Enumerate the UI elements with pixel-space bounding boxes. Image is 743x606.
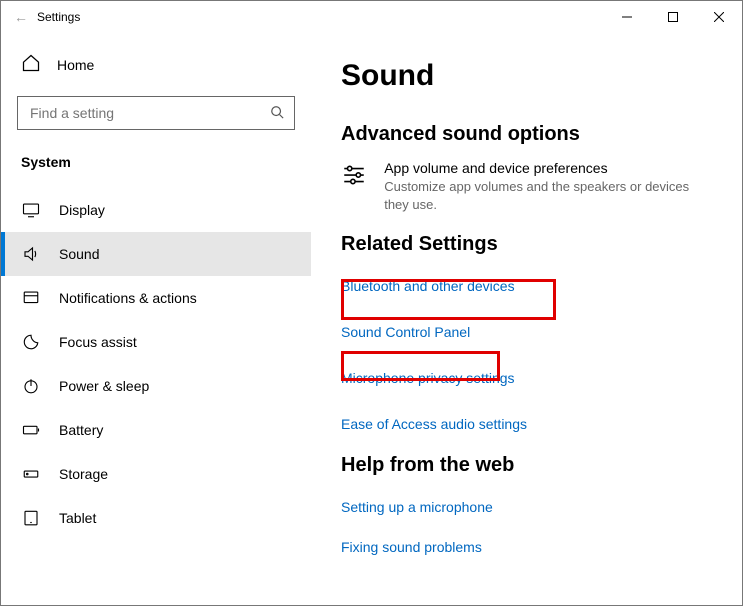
minimize-button[interactable] xyxy=(604,1,650,33)
sidebar-item-label: Tablet xyxy=(59,510,96,526)
advanced-option[interactable]: App volume and device preferences Custom… xyxy=(341,160,712,213)
sidebar-item-label: Notifications & actions xyxy=(59,290,197,306)
page-title: Sound xyxy=(341,59,712,93)
link-sound-control-panel[interactable]: Sound Control Panel xyxy=(341,324,470,340)
sliders-icon xyxy=(341,160,368,213)
sidebar-item-label: Display xyxy=(59,202,105,218)
window-controls xyxy=(604,1,742,33)
sidebar-item-storage[interactable]: Storage xyxy=(1,452,311,496)
display-icon xyxy=(21,200,41,220)
storage-icon xyxy=(21,464,41,484)
window-title: Settings xyxy=(33,10,80,24)
search-box[interactable] xyxy=(17,96,295,130)
highlight-sound-control-panel xyxy=(341,351,500,381)
link-setup-mic[interactable]: Setting up a microphone xyxy=(341,499,493,515)
help-heading: Help from the web xyxy=(341,454,712,477)
sidebar-item-label: Battery xyxy=(59,422,103,438)
power-icon xyxy=(21,376,41,396)
highlight-related-settings xyxy=(341,279,556,320)
sidebar-item-label: Storage xyxy=(59,466,108,482)
sidebar-item-focus[interactable]: Focus assist xyxy=(1,320,311,364)
sound-icon xyxy=(21,244,41,264)
home-nav[interactable]: Home xyxy=(1,45,311,84)
advanced-option-title: App volume and device preferences xyxy=(384,160,712,176)
search-input[interactable] xyxy=(28,104,270,122)
home-label: Home xyxy=(57,57,94,73)
sidebar-item-label: Sound xyxy=(59,246,99,262)
sidebar-item-label: Power & sleep xyxy=(59,378,149,394)
nav-list: Display Sound Notifications & actions Fo… xyxy=(1,178,311,540)
tablet-icon xyxy=(21,508,41,528)
link-fix-sound[interactable]: Fixing sound problems xyxy=(341,539,482,555)
sidebar-item-power[interactable]: Power & sleep xyxy=(1,364,311,408)
close-button[interactable] xyxy=(696,1,742,33)
sidebar-section-label: System xyxy=(1,142,311,178)
sidebar-item-tablet[interactable]: Tablet xyxy=(1,496,311,540)
sidebar-item-label: Focus assist xyxy=(59,334,137,350)
sidebar-item-notifications[interactable]: Notifications & actions xyxy=(1,276,311,320)
advanced-heading: Advanced sound options xyxy=(341,123,712,146)
sidebar: Home System Display Sound xyxy=(1,33,311,605)
link-ease-of-access[interactable]: Ease of Access audio settings xyxy=(341,416,527,432)
sidebar-item-display[interactable]: Display xyxy=(1,188,311,232)
search-icon xyxy=(270,105,284,122)
focus-icon xyxy=(21,332,41,352)
titlebar: ← Settings xyxy=(1,1,742,33)
back-arrow-icon: ← xyxy=(9,9,33,25)
home-icon xyxy=(21,53,41,76)
related-heading: Related Settings xyxy=(341,233,712,256)
maximize-button[interactable] xyxy=(650,1,696,33)
notifications-icon xyxy=(21,288,41,308)
battery-icon xyxy=(21,420,41,440)
sidebar-item-battery[interactable]: Battery xyxy=(1,408,311,452)
sidebar-item-sound[interactable]: Sound xyxy=(1,232,311,276)
advanced-option-desc: Customize app volumes and the speakers o… xyxy=(384,178,712,213)
